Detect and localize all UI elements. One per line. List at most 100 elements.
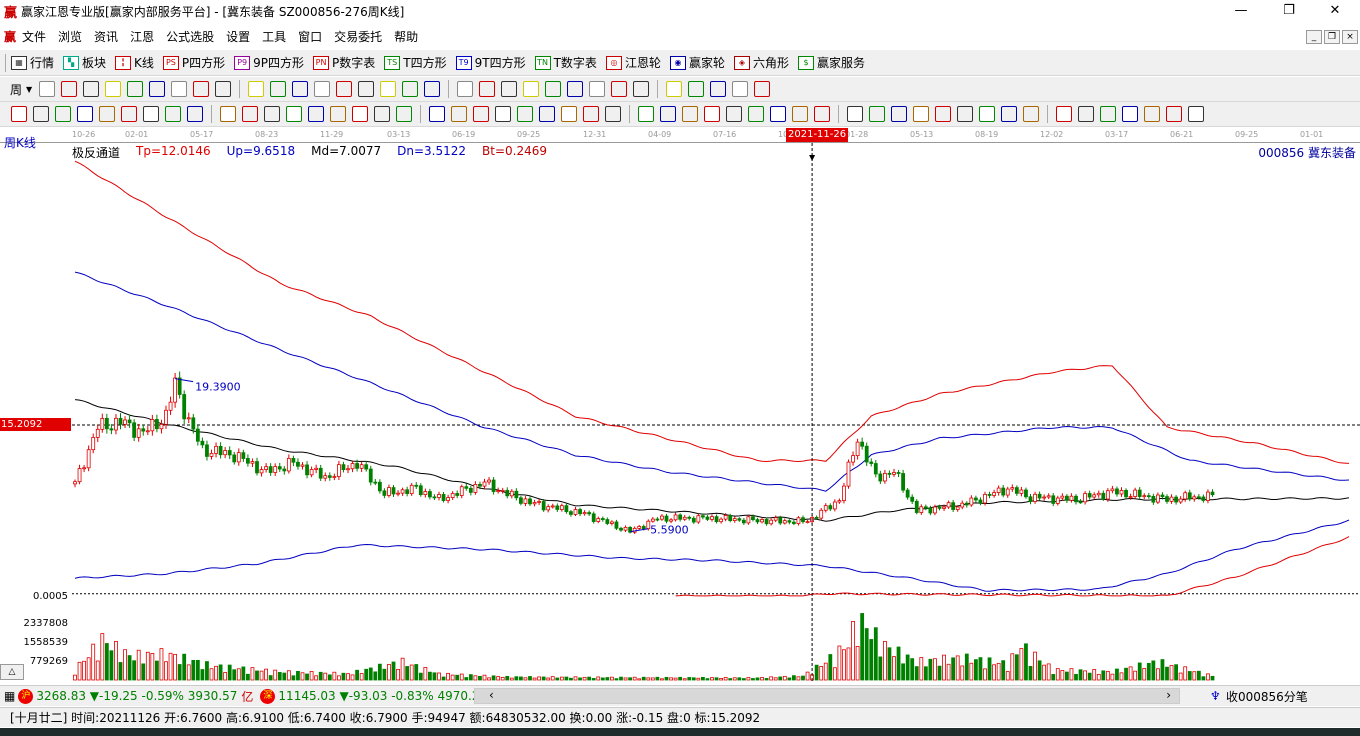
ticker-scrollbar[interactable]: ‹ ›	[474, 688, 1180, 704]
tool-icon[interactable]	[39, 81, 56, 97]
toolbar-t9[interactable]: T9 9T四方形	[455, 54, 526, 71]
chevron-down-icon[interactable]: ▼	[26, 85, 32, 94]
tool-icon[interactable]	[1166, 106, 1182, 122]
tool-icon[interactable]	[479, 81, 496, 97]
minimize-button[interactable]: —	[1218, 0, 1264, 22]
tool-icon[interactable]	[193, 81, 210, 97]
tool-icon[interactable]	[1100, 106, 1116, 122]
tool-icon[interactable]	[539, 106, 555, 122]
tool-icon[interactable]	[99, 106, 115, 122]
tool-icon[interactable]	[605, 106, 621, 122]
tool-icon[interactable]	[495, 106, 511, 122]
kline-chart[interactable]: 19.3900 5.5900	[0, 143, 1360, 683]
tool-icon[interactable]	[171, 81, 188, 97]
tool-icon[interactable]	[517, 106, 533, 122]
tool-icon[interactable]	[633, 81, 650, 97]
tool-icon[interactable]	[457, 81, 474, 97]
tool-icon[interactable]	[770, 106, 786, 122]
menu-window[interactable]: 窗口	[298, 28, 322, 45]
tool-icon[interactable]	[127, 81, 144, 97]
tool-icon[interactable]	[402, 81, 419, 97]
menu-help[interactable]: 帮助	[394, 28, 418, 45]
toolbar-dollar[interactable]: $ 赢家服务	[797, 54, 865, 71]
toolbar-kline[interactable]: ╏ K线	[115, 54, 154, 71]
tool-icon[interactable]	[688, 81, 705, 97]
tool-icon[interactable]	[11, 106, 27, 122]
mdi-restore-button[interactable]: ❐	[1324, 30, 1340, 44]
tool-icon[interactable]	[215, 81, 232, 97]
tool-icon[interactable]	[264, 106, 280, 122]
quote-table-icon[interactable]: ▦	[4, 689, 15, 703]
tool-icon[interactable]	[429, 106, 445, 122]
tool-icon[interactable]	[1001, 106, 1017, 122]
tool-icon[interactable]	[583, 106, 599, 122]
tool-icon[interactable]	[666, 81, 683, 97]
tool-icon[interactable]	[589, 81, 606, 97]
tool-icon[interactable]	[891, 106, 907, 122]
toolbar-gann-wheel[interactable]: ◎ 江恩轮	[605, 54, 661, 71]
expand-panel-button[interactable]: △	[0, 664, 24, 680]
tool-icon[interactable]	[561, 106, 577, 122]
tool-icon[interactable]	[1078, 106, 1094, 122]
close-button[interactable]: ✕	[1312, 0, 1358, 22]
tool-icon[interactable]	[957, 106, 973, 122]
menu-settings[interactable]: 设置	[226, 28, 250, 45]
tool-icon[interactable]	[358, 81, 375, 97]
tool-icon[interactable]	[165, 106, 181, 122]
tool-icon[interactable]	[270, 81, 287, 97]
tool-icon[interactable]	[61, 81, 78, 97]
tool-icon[interactable]	[682, 106, 698, 122]
tool-icon[interactable]	[710, 81, 727, 97]
tool-icon[interactable]	[473, 106, 489, 122]
toolbar-pn[interactable]: PN P数字表	[313, 54, 375, 71]
toolbar-ps[interactable]: PS P四方形	[162, 54, 225, 71]
tool-icon[interactable]	[424, 81, 441, 97]
tool-icon[interactable]	[1056, 106, 1072, 122]
tool-icon[interactable]	[501, 81, 518, 97]
tool-icon[interactable]	[792, 106, 808, 122]
tool-icon[interactable]	[979, 106, 995, 122]
toolbar-hexagon[interactable]: ◈ 六角形	[733, 54, 789, 71]
tool-icon[interactable]	[1023, 106, 1039, 122]
tool-icon[interactable]	[1188, 106, 1204, 122]
scroll-right-button[interactable]: ›	[1166, 688, 1171, 702]
toolbar-blocks[interactable]: ▚ 板块	[63, 54, 106, 71]
tool-icon[interactable]	[83, 81, 100, 97]
tool-icon[interactable]	[308, 106, 324, 122]
menu-browse[interactable]: 浏览	[58, 28, 82, 45]
tool-icon[interactable]	[77, 106, 93, 122]
tool-icon[interactable]	[33, 106, 49, 122]
tool-icon[interactable]	[55, 106, 71, 122]
tool-icon[interactable]	[286, 106, 302, 122]
toolbar-p9[interactable]: P9 9P四方形	[234, 54, 304, 71]
tool-icon[interactable]	[732, 81, 749, 97]
tool-icon[interactable]	[121, 106, 137, 122]
tool-icon[interactable]	[704, 106, 720, 122]
tool-icon[interactable]	[847, 106, 863, 122]
tool-icon[interactable]	[451, 106, 467, 122]
menu-gann[interactable]: 江恩	[130, 28, 154, 45]
tool-icon[interactable]	[374, 106, 390, 122]
tool-icon[interactable]	[248, 81, 265, 97]
scroll-left-button[interactable]: ‹	[489, 688, 494, 702]
tool-icon[interactable]	[567, 81, 584, 97]
menu-file[interactable]: 文件	[22, 28, 46, 45]
tool-icon[interactable]	[330, 106, 346, 122]
tool-icon[interactable]	[545, 81, 562, 97]
tool-icon[interactable]	[1144, 106, 1160, 122]
tool-icon[interactable]	[869, 106, 885, 122]
tool-icon[interactable]	[242, 106, 258, 122]
tool-icon[interactable]	[754, 81, 771, 97]
toolbar-ts[interactable]: TS T四方形	[384, 54, 447, 71]
tool-icon[interactable]	[814, 106, 830, 122]
tool-icon[interactable]	[523, 81, 540, 97]
tool-icon[interactable]	[220, 106, 236, 122]
tool-icon[interactable]	[292, 81, 309, 97]
tool-icon[interactable]	[380, 81, 397, 97]
toolbar-grid[interactable]: ▦ 行情	[11, 54, 54, 71]
menu-tools[interactable]: 工具	[262, 28, 286, 45]
tool-icon[interactable]	[143, 106, 159, 122]
menu-trade[interactable]: 交易委托	[334, 28, 382, 45]
tool-icon[interactable]	[187, 106, 203, 122]
tool-icon[interactable]	[314, 81, 331, 97]
